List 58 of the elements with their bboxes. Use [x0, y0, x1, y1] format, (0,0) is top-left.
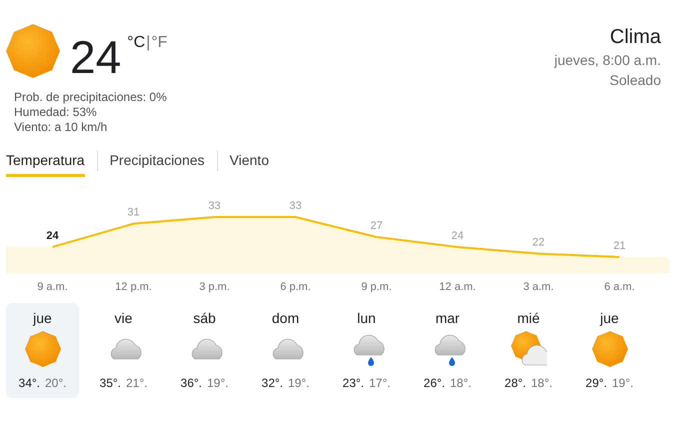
time-label: 12 p.m.	[114, 281, 153, 293]
time-label: 3 p.m.	[198, 281, 231, 293]
high-temperature: 28°.	[504, 376, 526, 390]
tab[interactable]: Temperatura	[6, 148, 85, 177]
temperature-label: 27	[370, 220, 383, 232]
date-time: jueves, 8:00 a.m.	[554, 51, 661, 70]
sun-icon	[6, 24, 60, 78]
tab[interactable]: Viento	[230, 148, 269, 177]
low-temperature: 17°.	[369, 376, 390, 390]
temperature-label: 21	[613, 240, 626, 252]
day-name: vie	[114, 309, 132, 327]
high-temperature: 35°.	[100, 376, 121, 390]
condition-text: Soleado	[610, 71, 661, 90]
celsius-unit[interactable]: °C	[127, 34, 146, 52]
sun-icon	[24, 331, 60, 367]
sun-cloud-icon	[510, 331, 546, 367]
fahrenheit-unit[interactable]: °F	[151, 34, 168, 52]
weather-title: Clima	[610, 25, 661, 50]
low-temperature: 20°.	[45, 376, 66, 390]
unit-separator: |	[146, 34, 150, 52]
sun-icon	[592, 331, 628, 367]
time-label: 9 p.m.	[360, 281, 393, 293]
weather-detail: Viento: a 10 km/h	[14, 120, 108, 134]
day-name: jue	[600, 309, 619, 327]
current-temperature: 24	[70, 34, 122, 80]
day-name: lun	[357, 309, 376, 327]
time-label: 12 a.m.	[438, 281, 477, 293]
day-name: mar	[435, 309, 460, 327]
low-temperature: 18°.	[450, 376, 472, 390]
low-temperature: 19°.	[612, 376, 634, 390]
day-card[interactable]: jue 34°. 20°.	[6, 303, 79, 398]
low-temperature: 18°.	[531, 376, 552, 390]
weather-detail: Prob. de precipitaciones: 0%	[14, 90, 168, 104]
day-name: jue	[33, 309, 52, 327]
temperature-label: 24	[46, 230, 59, 242]
low-temperature: 19°.	[288, 376, 310, 390]
day-name: dom	[272, 309, 300, 327]
temperature-label: 22	[532, 236, 545, 249]
weather-detail: Humedad: 53%	[14, 105, 98, 119]
high-temperature: 26°.	[424, 376, 445, 390]
high-temperature: 34°.	[18, 376, 40, 390]
time-label: 9 a.m.	[36, 281, 69, 293]
tab[interactable]: Precipitaciones	[110, 148, 205, 177]
day-name: mié	[517, 309, 540, 327]
time-label: 6 a.m.	[603, 281, 636, 293]
day-name: sáb	[193, 309, 216, 327]
high-temperature: 29°.	[586, 376, 607, 390]
temperature-label: 33	[208, 200, 221, 212]
low-temperature: 19°.	[207, 376, 228, 390]
high-temperature: 36°.	[180, 376, 202, 390]
temperature-label: 24	[451, 230, 464, 242]
time-label: 3 a.m.	[522, 281, 555, 293]
temperature-label: 31	[127, 206, 140, 219]
temperature-label: 33	[289, 200, 302, 212]
time-label: 6 p.m.	[279, 281, 312, 293]
low-temperature: 21°.	[126, 376, 148, 390]
high-temperature: 23°.	[342, 376, 364, 390]
high-temperature: 32°.	[262, 376, 283, 390]
